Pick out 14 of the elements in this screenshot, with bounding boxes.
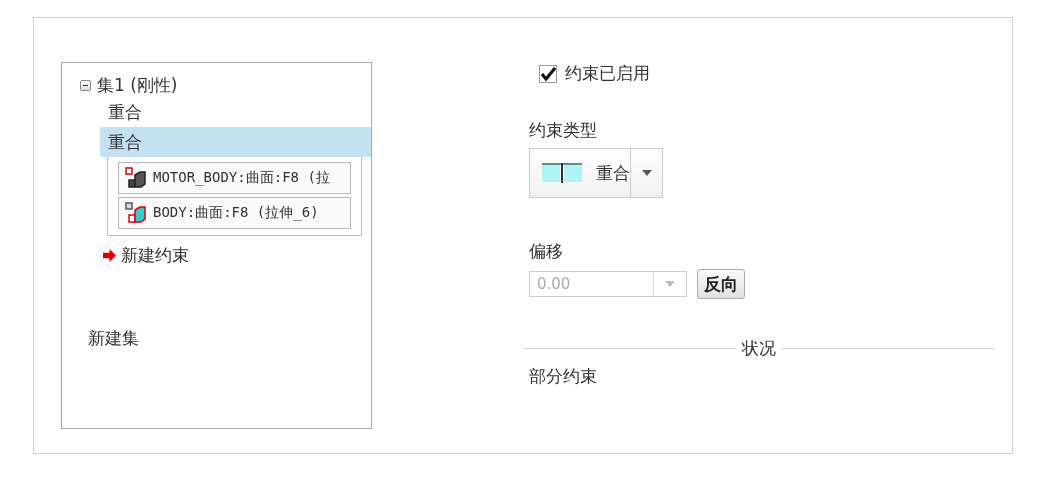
checkbox-label: 约束已启用: [565, 62, 650, 85]
tree-item[interactable]: 集1 (刚性): [97, 73, 178, 97]
section-heading: 状况: [742, 339, 776, 357]
reference-item[interactable]: MOTOR_BODY:曲面:F8 (拉: [118, 162, 351, 194]
type-dropdown[interactable]: 重合: [529, 148, 663, 198]
tree-item[interactable]: 新建约束: [121, 244, 189, 267]
status-text: 部分约束: [529, 365, 597, 388]
tree-item[interactable]: 新建集: [88, 327, 371, 350]
reference-item[interactable]: BODY:曲面:F8 (拉伸_6): [118, 197, 351, 229]
flip-button[interactable]: 反向: [697, 269, 745, 299]
tree-item[interactable]: 重合: [100, 127, 371, 157]
field-label: 偏移: [529, 240, 563, 263]
field-label: 约束类型: [529, 119, 597, 142]
tree-item[interactable]: 重合: [100, 97, 371, 127]
